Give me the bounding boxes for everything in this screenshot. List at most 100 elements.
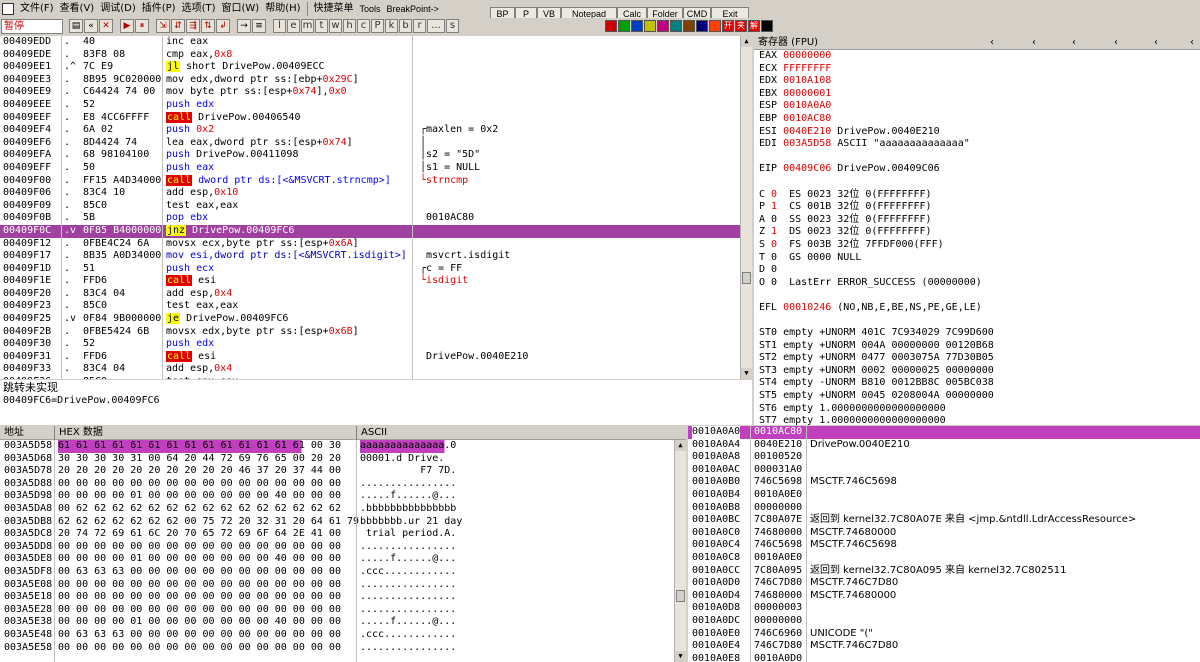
register-line[interactable]: EBX 00000001	[754, 88, 1200, 101]
disasm-row[interactable]: 00409EF4. 6A 02 push 0x2 ┌maxlen = 0x2	[0, 124, 740, 137]
disasm-row[interactable]: 00409F12. 0FBE4C24 6A movsx ecx,byte ptr s…	[0, 238, 740, 251]
disasm-row[interactable]: 00409F1E. FFD6 call esi └isdigit	[0, 275, 740, 288]
color-tool-blue-icon[interactable]	[631, 20, 643, 32]
chevron-left-icon[interactable]: ‹	[1072, 36, 1076, 50]
stack-row[interactable]: 0010A0C4 746C5698 MSCTF.746C5698	[688, 539, 1200, 552]
register-line[interactable]: EIP 00409C06 DrivePow.00409C06	[754, 163, 1200, 176]
disasm-row[interactable]: 00409EDE. 83F8 08 cmp eax,0x8	[0, 49, 740, 62]
disasm-row[interactable]: 00409F25 .v 0F84 9B000000 je DrivePow.00409…	[0, 313, 740, 326]
menu-plugins[interactable]: 插件(P)	[139, 0, 179, 18]
references-button[interactable]: r	[413, 19, 426, 33]
menu-debug[interactable]: 调试(D)	[97, 0, 139, 18]
color-tool-yellow-icon[interactable]	[644, 20, 656, 32]
register-line[interactable]: ST3 empty +UNORM 0002 00000025 00000000	[754, 365, 1200, 378]
menu-view[interactable]: 查看(V)	[57, 0, 98, 18]
disasm-row[interactable]: 00409F00. FF15 A4D34000 call dword ptr ds:…	[0, 174, 740, 188]
stack-row[interactable]: 0010A0AC 000031A0	[688, 464, 1200, 477]
memory-map-button[interactable]: m	[301, 19, 314, 33]
disasm-row[interactable]: 00409F09. 85C0 test eax,eax	[0, 200, 740, 213]
disasm-row[interactable]: 00409EE9. C64424 74 00 mov byte ptr ss:[es…	[0, 86, 740, 99]
disasm-row[interactable]: 00409EDD. 40 inc eax	[0, 36, 740, 49]
disasm-row[interactable]: 00409EEF. E8 4CC6FFFF call DrivePow.004065…	[0, 111, 740, 125]
stack-row[interactable]: 0010A0A0 0010AC80	[688, 426, 1200, 439]
pause-icon[interactable]: ⏸	[135, 19, 149, 33]
menu-shortcut[interactable]: 快捷菜单	[311, 0, 357, 18]
dump-row[interactable]: 003A5D58 61 61 61 61 61 61 61 61 61 61 61…	[0, 440, 686, 453]
register-line[interactable]: ST0 empty +UNORM 401C 7C934029 7C99D600	[754, 327, 1200, 340]
stack-row[interactable]: 0010A0C8 0010A0E0	[688, 552, 1200, 565]
dump-col-address[interactable]: 地址	[4, 426, 24, 440]
menu-file[interactable]: 文件(F)	[17, 0, 57, 18]
trace-over-icon[interactable]: ⇅	[201, 19, 215, 33]
registers-header[interactable]: 寄存器 (FPU) ‹ ‹ ‹ ‹ ‹ ‹	[754, 36, 1200, 50]
color-tool-teal-icon[interactable]	[670, 20, 682, 32]
register-line[interactable]: D 0	[754, 264, 1200, 277]
disasm-row[interactable]: 00409F2B. 0FBE5424 6B movsx edx,byte ptr s…	[0, 326, 740, 339]
stack-row[interactable]: 0010A0E8 0010A0D0	[688, 653, 1200, 662]
stack-row[interactable]: 0010A0E0 746C6960 UNICODE "("	[688, 628, 1200, 641]
step-into-icon[interactable]: ⇲	[156, 19, 170, 33]
hex-dump-pane[interactable]: 地址 HEX 数据 ASCII 003A5D58 61 61 61 61 61 6…	[0, 426, 686, 662]
register-line[interactable]: S 0 FS 003B 32位 7FFDF000(FFF)	[754, 239, 1200, 252]
rewind-icon[interactable]: «	[84, 19, 98, 33]
disasm-row[interactable]: 00409EFF. 50 push eax │s1 = NULL	[0, 162, 740, 175]
breakpoints-button[interactable]: b	[399, 19, 412, 33]
cpu-button[interactable]: c	[357, 19, 370, 33]
disasm-row[interactable]: 00409F33. 83C4 04 add esp,0x4	[0, 363, 740, 376]
tool-black-icon[interactable]	[761, 20, 773, 32]
disasm-row[interactable]: 00409EE1 .^ 7C E9 jl short DrivePow.00409EC…	[0, 61, 740, 74]
register-line[interactable]: EFL 00010246 (NO,NB,E,BE,NS,PE,GE,LE)	[754, 302, 1200, 315]
menu-breakpoint[interactable]: BreakPoint->	[384, 0, 442, 18]
dump-row[interactable]: 003A5D98 00 00 00 00 01 00 00 00 00 00 00…	[0, 490, 686, 503]
disasm-row[interactable]: 00409F0B. 5B pop ebx 0010AC80	[0, 212, 740, 225]
dump-row[interactable]: 003A5D88 00 00 00 00 00 00 00 00 00 00 00…	[0, 478, 686, 491]
disasm-row[interactable]: 00409F31. FFD6 call esi DrivePow.0040E210	[0, 350, 740, 364]
stack-row[interactable]: 0010A0A8 00100520	[688, 451, 1200, 464]
register-line[interactable]	[754, 314, 1200, 327]
dump-scrollbar[interactable]: ▲ ▼	[674, 440, 686, 662]
stack-row[interactable]: 0010A0E4 746C7D80 MSCTF.746C7D80	[688, 640, 1200, 653]
disassembly-pane[interactable]: 00409EDD. 40 inc eax 00409EDE. 83F8 08 cmp ea…	[0, 36, 740, 379]
tool-open-icon[interactable]: 开	[722, 20, 734, 32]
goto-icon[interactable]: →	[237, 19, 251, 33]
dump-row[interactable]: 003A5E48 00 63 63 63 00 00 00 00 00 00 00…	[0, 629, 686, 642]
register-line[interactable]: ST1 empty +UNORM 004A 00000000 00120B68	[754, 340, 1200, 353]
scroll-thumb[interactable]	[676, 590, 685, 602]
patches-button[interactable]: P	[371, 19, 384, 33]
register-line[interactable]: O 0 LastErr ERROR_SUCCESS (00000000)	[754, 277, 1200, 290]
dump-row[interactable]: 003A5E58 00 00 00 00 00 00 00 00 00 00 00…	[0, 642, 686, 655]
close-icon[interactable]: ✕	[99, 19, 113, 33]
tool-decode-icon[interactable]: 解	[748, 20, 760, 32]
call-stack-button[interactable]: k	[385, 19, 398, 33]
color-tool-magenta-icon[interactable]	[657, 20, 669, 32]
register-line[interactable]: A 0 SS 0023 32位 0(FFFFFFFF)	[754, 214, 1200, 227]
stack-row[interactable]: 0010A0B8 00000000	[688, 502, 1200, 515]
register-line[interactable]: ST2 empty +UNORM 0477 0003075A 77D30B05	[754, 352, 1200, 365]
stack-row[interactable]: 0010A0D0 746C7D80 MSCTF.746C7D80	[688, 577, 1200, 590]
dump-row[interactable]: 003A5DF8 00 63 63 63 00 00 00 00 00 00 00…	[0, 566, 686, 579]
run-trace-button[interactable]: ...	[427, 19, 445, 33]
dump-row[interactable]: 003A5DC8 20 74 72 69 61 6C 20 70 65 72 69…	[0, 528, 686, 541]
trace-into-icon[interactable]: ⇶	[186, 19, 200, 33]
dump-row[interactable]: 003A5DE8 00 00 00 00 01 00 00 00 00 00 00…	[0, 553, 686, 566]
color-tool-brown-icon[interactable]	[683, 20, 695, 32]
disasm-row[interactable]: 00409F36. 85C0 test eax,eax	[0, 376, 740, 379]
dump-row[interactable]: 003A5E28 00 00 00 00 00 00 00 00 00 00 00…	[0, 604, 686, 617]
executable-modules-button[interactable]: e	[287, 19, 300, 33]
disasm-row[interactable]: 00409EEE. 52 push edx	[0, 99, 740, 112]
disassembly-scrollbar[interactable]: ▲ ▼	[740, 36, 752, 379]
dump-row[interactable]: 003A5DB8 62 62 62 62 62 62 62 00 75 72 20…	[0, 516, 686, 529]
stack-row[interactable]: 0010A0D8 00000003	[688, 602, 1200, 615]
register-line[interactable]: Z 1 DS 0023 32位 0(FFFFFFFF)	[754, 226, 1200, 239]
stack-row[interactable]: 0010A0DC 00000000	[688, 615, 1200, 628]
color-tool-navy-icon[interactable]	[696, 20, 708, 32]
register-line[interactable]: T 0 GS 0000 NULL	[754, 252, 1200, 265]
dump-col-hex[interactable]: HEX 数据	[54, 426, 103, 440]
chevron-left-icon[interactable]: ‹	[1114, 36, 1118, 50]
stack-pane[interactable]: 0010A0A0 0010AC80 0010A0A4 0040E210 DrivePow…	[688, 426, 1200, 662]
execute-till-return-icon[interactable]: ↲	[216, 19, 230, 33]
dump-row[interactable]: 003A5E18 00 00 00 00 00 00 00 00 00 00 00…	[0, 591, 686, 604]
disasm-row[interactable]: 00409EF6. 8D4424 74 lea eax,dword ptr ss:[…	[0, 137, 740, 150]
dump-row[interactable]: 003A5DA8 00 62 62 62 62 62 62 62 62 62 62…	[0, 503, 686, 516]
stack-row[interactable]: 0010A0B4 0010A0E0	[688, 489, 1200, 502]
